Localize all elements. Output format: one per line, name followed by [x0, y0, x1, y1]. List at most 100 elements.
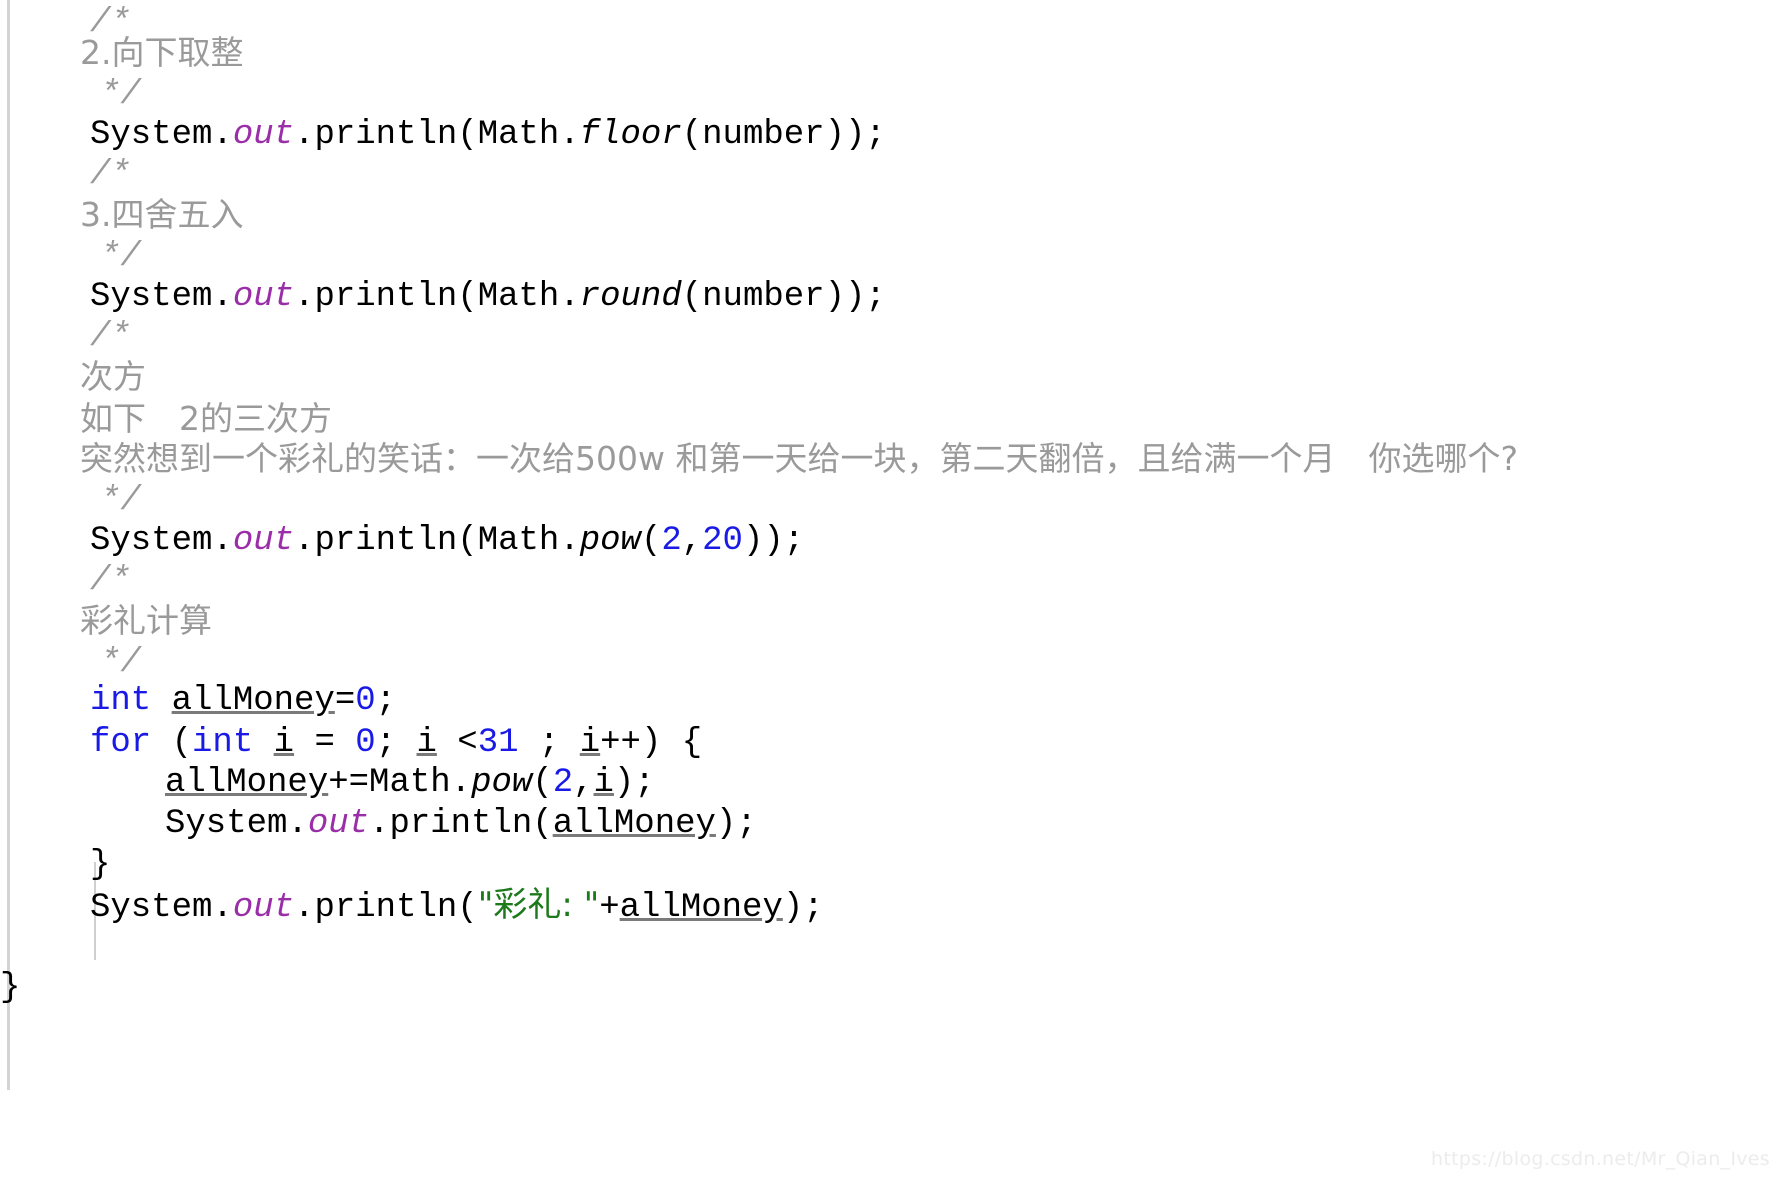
comment-text-round: 3.四舍五入: [80, 195, 244, 234]
token-paren-open: (: [457, 116, 478, 154]
token-var-allmoney: allMoney: [619, 889, 783, 927]
comment-open-token: /*: [90, 318, 131, 356]
comment-text-floor: 2.向下取整: [80, 33, 244, 72]
token-var-i: i: [593, 764, 614, 802]
token-println: println: [314, 278, 458, 316]
token-number-2: 2: [661, 522, 682, 560]
token-floor: floor: [579, 116, 682, 154]
comment-close-token: */: [100, 238, 141, 276]
token-out: out: [307, 805, 370, 843]
token-dot: .: [294, 889, 315, 927]
token-println: println: [314, 889, 458, 927]
token-paren-open: (: [532, 805, 553, 843]
token-var-i: i: [273, 724, 295, 762]
token-brace-close: }: [90, 846, 111, 884]
token-out: out: [232, 116, 295, 154]
token-number-arg: number: [702, 116, 825, 154]
code-line-comment-power: 次方: [0, 354, 1784, 400]
token-semicolon: ;: [518, 724, 580, 762]
token-paren-close: );: [715, 805, 757, 843]
code-line-comment-calc: 彩礼计算: [0, 598, 1784, 644]
token-var-allmoney: allMoney: [165, 764, 329, 802]
token-pow: pow: [471, 764, 533, 802]
token-number-arg: number: [702, 278, 825, 316]
token-math: Math: [477, 522, 560, 560]
token-keyword-for: for: [90, 724, 152, 762]
token-semicolon: ;: [375, 682, 397, 720]
token-var-allmoney: allMoney: [552, 805, 716, 843]
token-keyword-int: int: [192, 724, 254, 762]
token-math: Math: [477, 278, 560, 316]
token-paren-open: (: [681, 278, 703, 316]
token-dot: .: [559, 522, 580, 560]
token-space: (: [151, 724, 193, 762]
token-dot: .: [212, 116, 233, 154]
token-comma: ,: [681, 522, 703, 560]
code-line-comment-joke: 突然想到一个彩礼的笑话：一次给500w 和第一天给一块，第二天翻倍，且给满一个月…: [0, 436, 1784, 482]
token-system: System: [165, 805, 288, 843]
token-out: out: [232, 889, 295, 927]
token-number-20: 20: [702, 522, 743, 560]
token-number-0: 0: [355, 682, 376, 720]
code-line-declare-allmoney: int allMoney=0;: [0, 678, 1784, 724]
code-line-method-close-brace: }: [0, 965, 1784, 1011]
token-keyword-int: int: [90, 682, 152, 720]
token-semicolon: ;: [375, 724, 417, 762]
token-parens-close: ));: [824, 116, 886, 154]
comment-text-example: 如下 2的三次方: [80, 399, 332, 438]
code-line-comment-round-title: 3.四舍五入: [0, 192, 1784, 238]
token-dot: .: [450, 764, 472, 802]
token-dot: .: [212, 522, 233, 560]
code-line-comment-floor-title: 2.向下取整: [0, 30, 1784, 76]
token-paren-open: (: [457, 889, 478, 927]
token-paren-open: (: [640, 522, 662, 560]
comment-close-token: */: [100, 76, 141, 114]
token-string-literal: "彩礼: ": [477, 885, 600, 925]
comment-close-token: */: [100, 644, 141, 682]
token-var-i: i: [579, 724, 601, 762]
token-dot: .: [212, 278, 233, 316]
token-println: println: [314, 116, 458, 154]
token-math: Math: [477, 116, 560, 154]
token-increment: ++): [600, 724, 682, 762]
token-paren-open: (: [457, 522, 478, 560]
token-system: System: [90, 116, 213, 154]
token-assign: =: [294, 724, 356, 762]
token-dot: .: [559, 116, 580, 154]
token-paren-open: (: [457, 278, 478, 316]
token-dot: .: [212, 889, 233, 927]
token-dot: .: [287, 805, 308, 843]
token-out: out: [232, 278, 295, 316]
token-paren-open: (: [532, 764, 553, 802]
token-paren-open: (: [681, 116, 703, 154]
comment-open-token: /*: [90, 562, 131, 600]
token-parens-close: ));: [824, 278, 886, 316]
token-brace-open: {: [681, 724, 703, 762]
token-var-allmoney: allMoney: [171, 682, 335, 720]
token-concat: +: [599, 889, 620, 927]
token-println: println: [389, 805, 533, 843]
token-system: System: [90, 278, 213, 316]
token-println: println: [314, 522, 458, 560]
token-out: out: [232, 522, 295, 560]
token-paren-close: );: [613, 764, 655, 802]
token-parens-close: ));: [742, 522, 805, 560]
token-paren-close: );: [782, 889, 824, 927]
comment-text-power: 次方: [80, 357, 146, 396]
token-system: System: [90, 889, 213, 927]
token-number-31: 31: [477, 724, 519, 762]
token-dot: .: [369, 805, 390, 843]
token-pow: pow: [579, 522, 641, 560]
comment-open-token: /*: [90, 156, 131, 194]
token-round: round: [579, 278, 682, 316]
comment-text-joke: 突然想到一个彩礼的笑话：一次给500w 和第一天给一块，第二天翻倍，且给满一个月…: [80, 439, 1518, 478]
token-math: Math: [369, 764, 451, 802]
token-system: System: [90, 522, 213, 560]
code-line-println-allmoney: System.out.println(allMoney);: [0, 801, 1784, 847]
token-dot: .: [294, 116, 315, 154]
token-dot: .: [559, 278, 580, 316]
token-number-2: 2: [552, 764, 574, 802]
token-assign: =: [334, 682, 356, 720]
token-comma: ,: [573, 764, 594, 802]
